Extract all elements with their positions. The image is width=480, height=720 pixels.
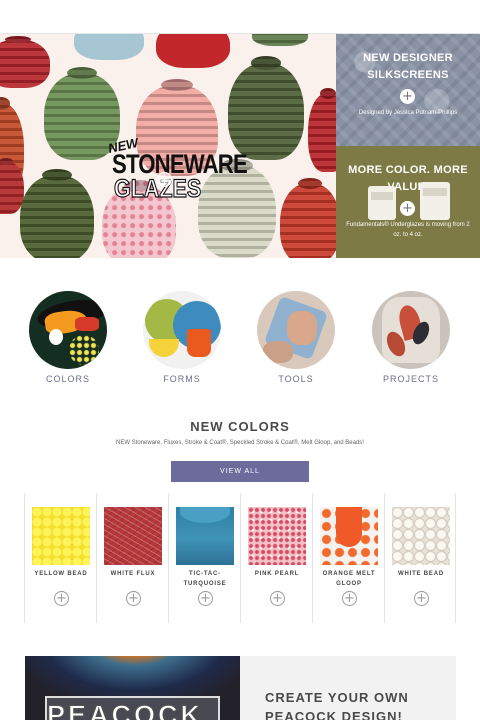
product-carousel: YELLOW BEAD + WHITE FLUX + TIC-TAC-TURQU… <box>24 493 456 623</box>
product-name: TIC-TAC-TURQUOISE <box>183 571 227 587</box>
pot-image <box>228 64 304 160</box>
category-projects[interactable]: PROJECTS <box>372 291 450 384</box>
product-card[interactable]: ORANGE MELT GLOOP + <box>312 493 384 623</box>
promo-plus-icon[interactable]: + <box>400 89 415 104</box>
view-all-button[interactable]: VIEW ALL <box>171 461 309 482</box>
promo-title-line2: VALUE. <box>387 181 429 193</box>
category-tools[interactable]: TOOLS <box>257 291 335 384</box>
add-product-plus-icon[interactable]: + <box>54 591 69 606</box>
product-name: ORANGE MELT GLOOP <box>322 571 376 587</box>
add-product-plus-icon[interactable]: + <box>198 591 213 606</box>
product-card[interactable]: YELLOW BEAD + <box>24 493 96 623</box>
pot-image <box>308 94 336 172</box>
product-card[interactable]: PINK PEARL + <box>240 493 312 623</box>
promo-subtitle: Designed by Jessica Putnam-Phillips <box>358 110 458 116</box>
new-colors-subtitle: NEW Stoneware, Fluxes, Stroke & Coat®, S… <box>116 440 364 446</box>
add-product-plus-icon[interactable]: + <box>126 591 141 606</box>
product-card[interactable]: TIC-TAC-TURQUOISE + <box>168 493 240 623</box>
add-product-plus-icon[interactable]: + <box>342 591 357 606</box>
add-product-plus-icon[interactable]: + <box>270 591 285 606</box>
peacock-image-word: PEACOCK <box>46 700 204 720</box>
pot-image <box>0 40 50 88</box>
product-card[interactable]: WHITE BEAD + <box>384 493 456 623</box>
product-swatch-image <box>392 507 450 565</box>
pot-image <box>74 34 144 60</box>
product-swatch-image <box>104 507 162 565</box>
promo-plus-icon[interactable]: + <box>400 201 415 216</box>
product-name: PINK PEARL <box>254 571 300 577</box>
promo-designer-silkscreens[interactable]: NEW DESIGNER SILKSCREENS + Designed by J… <box>336 34 480 146</box>
product-swatch-image <box>248 507 306 565</box>
hero-plus-icon[interactable]: + <box>157 172 172 187</box>
category-forms[interactable]: FORMS <box>143 291 221 384</box>
pot-image <box>156 34 230 68</box>
category-label: COLORS <box>45 374 90 384</box>
hero-banner-stoneware-glazes[interactable]: NEW STONEWARE GLAZES + <box>0 34 336 258</box>
category-colors[interactable]: COLORS <box>29 291 107 384</box>
top-header-bar <box>0 0 480 34</box>
category-label: FORMS <box>163 374 201 384</box>
feature-title-line2: PEACOCK DESIGN! <box>265 709 403 720</box>
product-swatch-image <box>320 507 378 565</box>
peacock-feature-image[interactable]: PEACOCK <box>25 656 240 720</box>
underglaze-jar-image <box>420 182 450 220</box>
category-projects-image <box>372 291 450 369</box>
category-forms-image <box>143 291 221 369</box>
pot-image <box>252 34 308 46</box>
category-tools-image <box>257 291 335 369</box>
category-label: TOOLS <box>278 374 314 384</box>
product-card[interactable]: WHITE FLUX + <box>96 493 168 623</box>
peacock-feature-panel: CREATE YOUR OWN PEACOCK DESIGN! <box>240 656 456 720</box>
promo-more-color-value[interactable]: MORE COLOR. MORE VALUE. + Fundamentals® … <box>336 146 480 258</box>
product-swatch-image <box>32 507 90 565</box>
promo-title-line1: MORE COLOR. MORE <box>348 164 468 176</box>
underglaze-jar-image <box>368 186 396 220</box>
product-name: YELLOW BEAD <box>34 571 88 577</box>
promo-subtitle: Fundamentals® Underglazes is moving from… <box>346 222 470 238</box>
pot-image <box>20 176 94 258</box>
product-swatch-image <box>176 507 234 565</box>
pot-image <box>280 184 336 258</box>
add-product-plus-icon[interactable]: + <box>414 591 429 606</box>
promo-title-line2: SILKSCREENS <box>367 69 449 81</box>
product-name: WHITE FLUX <box>110 571 156 577</box>
promo-title-line1: NEW DESIGNER <box>363 52 453 64</box>
category-label: PROJECTS <box>382 374 439 384</box>
category-colors-image <box>29 291 107 369</box>
product-name: WHITE BEAD <box>398 571 444 577</box>
new-colors-title: NEW COLORS <box>190 419 290 434</box>
feature-title-line1: CREATE YOUR OWN <box>265 690 409 705</box>
